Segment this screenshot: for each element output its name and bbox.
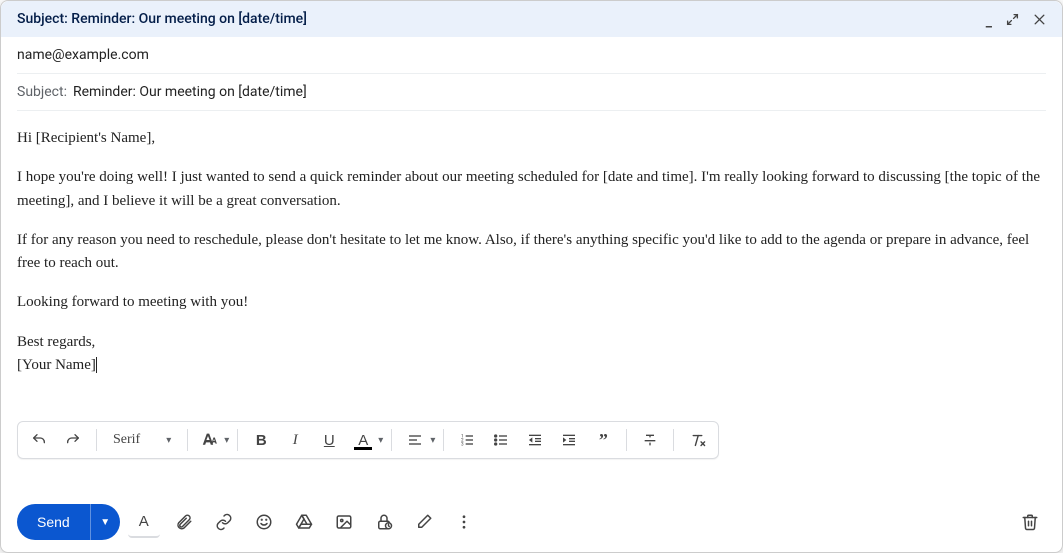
chevron-down-icon[interactable]: ▾	[430, 435, 435, 446]
to-field[interactable]: name@example.com	[17, 37, 1046, 74]
italic-icon[interactable]: I	[280, 425, 310, 455]
bottom-bar: Send ▼ A	[17, 504, 1046, 540]
header-fields: name@example.com Subject: Reminder: Our …	[1, 37, 1062, 111]
indent-less-icon[interactable]	[520, 425, 550, 455]
body-paragraph-3: Looking forward to meeting with you!	[17, 291, 1046, 314]
send-group: Send ▼	[17, 504, 120, 540]
chevron-down-icon: ▾	[166, 435, 171, 446]
close-icon[interactable]	[1033, 13, 1046, 26]
font-size-icon[interactable]	[196, 425, 224, 455]
underline-icon[interactable]: U	[314, 425, 344, 455]
numbered-list-icon[interactable]: 123	[452, 425, 482, 455]
window-title: Subject: Reminder: Our meeting on [date/…	[17, 11, 307, 27]
confidential-mode-icon[interactable]	[368, 506, 400, 538]
font-name: Serif	[113, 432, 140, 448]
send-options-button[interactable]: ▼	[90, 504, 120, 540]
discard-draft-icon[interactable]	[1014, 506, 1046, 538]
quote-icon[interactable]: ”	[588, 425, 618, 455]
body-signoff: Best regards,	[17, 331, 1046, 354]
body-name: [Your Name]	[17, 354, 1046, 377]
popout-icon[interactable]	[1006, 13, 1019, 26]
bulleted-list-icon[interactable]	[486, 425, 516, 455]
align-icon[interactable]	[400, 425, 430, 455]
compose-titlebar: Subject: Reminder: Our meeting on [date/…	[1, 1, 1062, 37]
redo-icon[interactable]	[58, 425, 88, 455]
email-body[interactable]: Hi [Recipient's Name], I hope you're doi…	[1, 111, 1062, 421]
window-controls: _	[986, 11, 1046, 27]
insert-signature-icon[interactable]	[408, 506, 440, 538]
remove-formatting-icon[interactable]	[682, 425, 712, 455]
minimize-icon[interactable]: _	[986, 14, 992, 30]
strikethrough-icon[interactable]	[635, 425, 665, 455]
bold-icon[interactable]: B	[246, 425, 276, 455]
insert-photo-icon[interactable]	[328, 506, 360, 538]
insert-link-icon[interactable]	[208, 506, 240, 538]
formatting-options-icon[interactable]: A	[128, 506, 160, 538]
subject-label: Subject:	[17, 84, 67, 100]
body-paragraph-1: I hope you're doing well! I just wanted …	[17, 166, 1046, 213]
undo-icon[interactable]	[24, 425, 54, 455]
more-options-icon[interactable]	[448, 506, 480, 538]
chevron-down-icon[interactable]: ▾	[224, 435, 229, 446]
svg-text:3: 3	[461, 441, 464, 447]
formatting-toolbar: Serif ▾ ▾ B I U A ▾ ▾ 123 ”	[17, 421, 719, 459]
subject-field[interactable]: Subject: Reminder: Our meeting on [date/…	[17, 74, 1046, 111]
indent-more-icon[interactable]	[554, 425, 584, 455]
attach-file-icon[interactable]	[168, 506, 200, 538]
insert-emoji-icon[interactable]	[248, 506, 280, 538]
body-greeting: Hi [Recipient's Name],	[17, 127, 1046, 150]
recipient-email: name@example.com	[17, 47, 149, 63]
chevron-down-icon[interactable]: ▾	[378, 435, 383, 446]
text-color-icon[interactable]: A	[348, 425, 378, 455]
insert-drive-icon[interactable]	[288, 506, 320, 538]
font-family-select[interactable]: Serif ▾	[105, 425, 179, 455]
subject-value: Reminder: Our meeting on [date/time]	[73, 84, 307, 100]
body-paragraph-2: If for any reason you need to reschedule…	[17, 229, 1046, 276]
send-button[interactable]: Send	[17, 504, 90, 540]
